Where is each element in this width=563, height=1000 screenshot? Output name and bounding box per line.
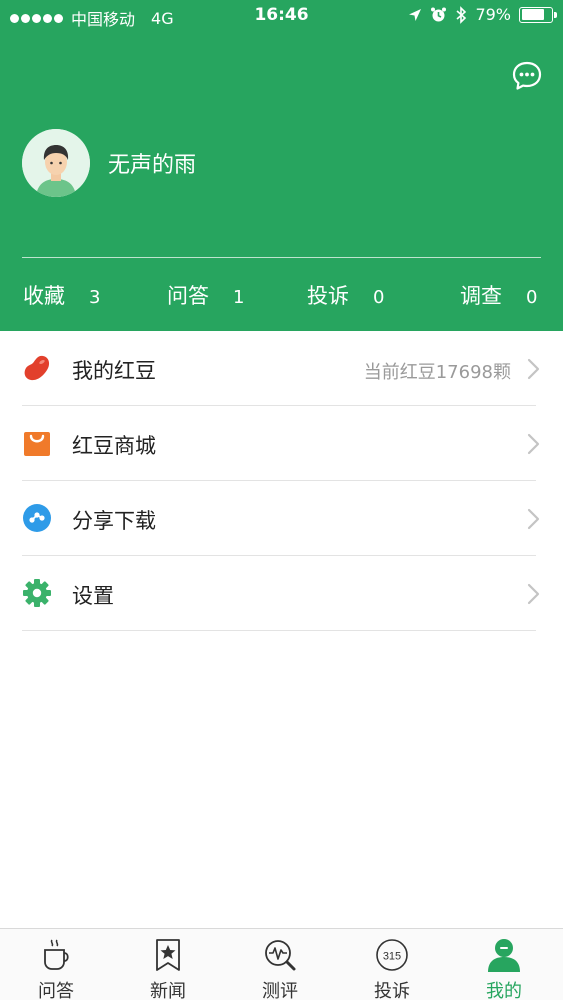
stats-row: 收藏 3 问答 1 投诉 0 调查 0 xyxy=(0,280,563,312)
menu-label: 设置 xyxy=(72,584,114,608)
stat-label: 收藏 xyxy=(23,284,65,308)
menu-label: 我的红豆 xyxy=(72,359,156,383)
chevron-right-icon xyxy=(527,583,540,605)
stat-label: 问答 xyxy=(167,284,209,308)
tab-label: 新闻 xyxy=(150,981,186,1000)
stat-count: 0 xyxy=(526,287,538,308)
chevron-right-icon xyxy=(527,508,540,530)
menu-item-my-red-beans[interactable]: 我的红豆 当前红豆17698颗 xyxy=(0,331,563,406)
magnifier-pulse-icon xyxy=(265,940,296,971)
profile-header: 无声的雨 收藏 3 问答 1 投诉 0 调查 0 xyxy=(0,0,563,331)
battery-fill xyxy=(521,9,545,20)
tab-complaints[interactable]: 315 投诉 xyxy=(336,929,448,1000)
tab-label: 我的 xyxy=(486,981,522,1000)
menu-label: 分享下载 xyxy=(72,509,156,533)
red-bean-balance: 当前红豆17698颗 xyxy=(363,362,511,383)
tab-label: 测评 xyxy=(262,981,298,1000)
red-bean-icon xyxy=(24,355,50,381)
bottom-tab-bar: 问答 新闻 测评 315 投诉 我的 xyxy=(0,928,563,1000)
chat-icon[interactable] xyxy=(511,60,543,92)
stat-label: 调查 xyxy=(460,284,502,308)
location-arrow-icon xyxy=(409,8,422,21)
badge-315-text: 315 xyxy=(383,951,401,963)
tab-label: 问答 xyxy=(38,981,74,1000)
bluetooth-icon xyxy=(456,5,467,24)
bookmark-star-icon xyxy=(156,939,180,971)
tab-reviews[interactable]: 测评 xyxy=(224,929,336,1000)
avatar-person-icon xyxy=(22,129,90,197)
user-icon xyxy=(488,939,520,972)
shopping-bag-icon xyxy=(24,432,50,456)
menu-separator xyxy=(22,630,536,631)
coffee-cup-icon xyxy=(44,939,69,970)
tab-qa[interactable]: 问答 xyxy=(0,929,112,1000)
tab-label: 投诉 xyxy=(374,981,410,1000)
tab-mine[interactable]: 我的 xyxy=(448,929,560,1000)
stat-qa[interactable]: 问答 1 xyxy=(167,280,244,310)
gear-icon xyxy=(23,579,51,607)
status-bar: 中国移动 4G 16:46 79% xyxy=(0,0,563,32)
stat-count: 1 xyxy=(233,287,245,308)
alarm-clock-icon xyxy=(431,7,447,22)
stat-complaints[interactable]: 投诉 0 xyxy=(307,280,384,310)
username[interactable]: 无声的雨 xyxy=(108,147,196,179)
stat-count: 3 xyxy=(89,287,101,308)
badge-315-icon: 315 xyxy=(376,939,408,971)
battery-percent: 79% xyxy=(475,5,511,24)
chevron-right-icon xyxy=(527,433,540,455)
chevron-right-icon xyxy=(527,358,540,380)
menu-list: 我的红豆 当前红豆17698颗 红豆商城 分享下载 设置 xyxy=(0,331,563,631)
stat-label: 投诉 xyxy=(307,284,349,308)
battery-icon xyxy=(519,6,557,23)
header-divider xyxy=(22,257,541,258)
menu-item-share-download[interactable]: 分享下载 xyxy=(0,481,563,556)
menu-label: 红豆商城 xyxy=(72,434,156,458)
menu-item-red-bean-mall[interactable]: 红豆商城 xyxy=(0,406,563,481)
stat-count: 0 xyxy=(373,287,385,308)
stat-surveys[interactable]: 调查 0 xyxy=(460,280,537,310)
share-icon xyxy=(23,504,51,532)
avatar[interactable] xyxy=(22,129,90,197)
menu-item-settings[interactable]: 设置 xyxy=(0,556,563,631)
tab-news[interactable]: 新闻 xyxy=(112,929,224,1000)
stat-favorites[interactable]: 收藏 3 xyxy=(23,280,100,310)
